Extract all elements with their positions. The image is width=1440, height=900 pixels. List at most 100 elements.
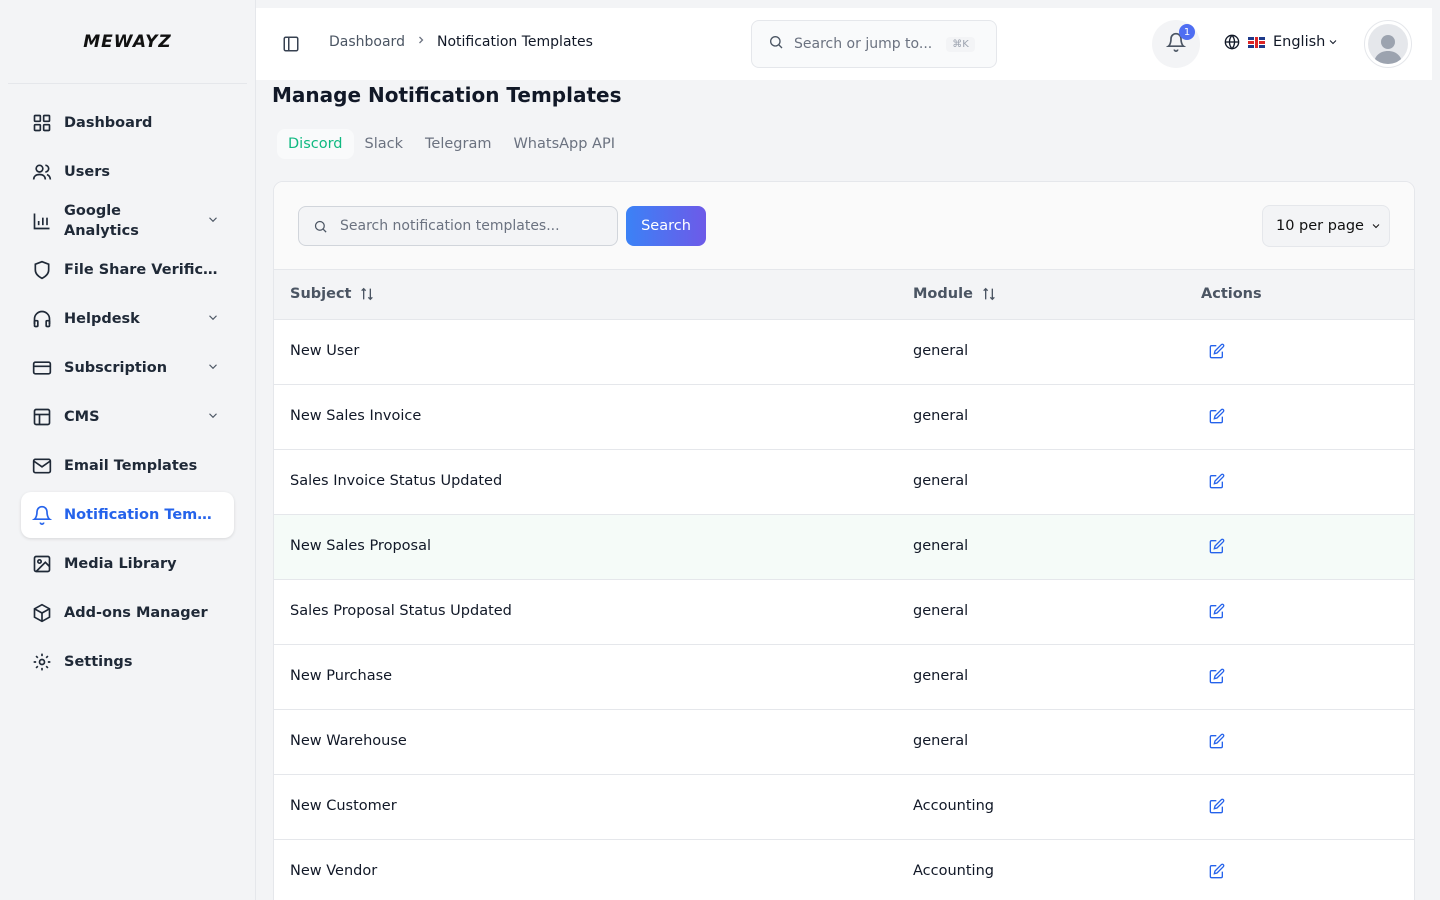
page-title: Manage Notification Templates — [272, 83, 622, 107]
chevron-down-icon[interactable] — [206, 359, 220, 378]
edit-icon[interactable] — [1209, 798, 1225, 818]
chevron-down-icon — [1370, 220, 1382, 232]
sidebar-item-file-share[interactable]: File Share Verifica... — [21, 247, 234, 293]
edit-icon[interactable] — [1209, 733, 1225, 753]
sidebar-item-notification-templates[interactable]: Notification Templ... — [21, 492, 234, 538]
sort-icon — [359, 286, 375, 302]
edit-icon[interactable] — [1209, 473, 1225, 493]
row-module: general — [913, 408, 969, 424]
table-header: Subject Module Actions — [274, 270, 1414, 320]
edit-icon[interactable] — [1209, 668, 1225, 688]
sidebar-item-dashboard[interactable]: Dashboard — [21, 100, 234, 146]
layout-icon — [32, 407, 52, 427]
row-subject: New Customer — [290, 798, 397, 814]
per-page-select[interactable]: 10 per page — [1262, 205, 1390, 247]
search-icon — [768, 34, 784, 54]
row-module: general — [913, 603, 969, 619]
table-row[interactable]: New Purchase general — [274, 645, 1414, 710]
search-button[interactable]: Search — [626, 206, 706, 246]
sidebar-toggle-icon[interactable] — [282, 35, 300, 57]
shield-icon — [32, 260, 52, 280]
top-header: Dashboard Notification Templates Search … — [256, 8, 1432, 80]
row-module: general — [913, 733, 969, 749]
row-module: general — [913, 668, 969, 684]
headphones-icon — [32, 309, 52, 329]
per-page-value: 10 per page — [1276, 218, 1364, 234]
template-search-box — [298, 206, 618, 246]
edit-icon[interactable] — [1209, 538, 1225, 558]
column-label: Actions — [1201, 286, 1262, 302]
tab-telegram[interactable]: Telegram — [414, 129, 502, 159]
sidebar-item-helpdesk[interactable]: Helpdesk — [21, 296, 234, 342]
grid-icon — [32, 113, 52, 133]
bell-icon — [32, 505, 52, 525]
table-row[interactable]: New Customer Accounting — [274, 775, 1414, 840]
sidebar-item-label: Subscription — [64, 360, 168, 376]
row-module: general — [913, 538, 969, 554]
row-module: Accounting — [913, 798, 994, 814]
language-selector[interactable]: English — [1224, 34, 1339, 50]
row-subject: New Warehouse — [290, 733, 407, 749]
chevron-down-icon[interactable] — [206, 310, 220, 329]
sidebar-item-email-templates[interactable]: Email Templates — [21, 443, 234, 489]
template-search-input[interactable] — [340, 218, 600, 234]
sidebar-item-label: Users — [64, 164, 111, 180]
notifications-button[interactable]: 1 — [1152, 20, 1200, 68]
templates-card: Search 10 per page Subject Module Action… — [273, 181, 1415, 900]
tab-discord[interactable]: Discord — [277, 129, 354, 159]
avatar[interactable] — [1364, 20, 1412, 68]
edit-icon[interactable] — [1209, 408, 1225, 428]
channel-tabs: Discord Slack Telegram WhatsApp API — [273, 125, 630, 163]
credit-card-icon — [32, 358, 52, 378]
sidebar-item-settings[interactable]: Settings — [21, 639, 234, 685]
table-row[interactable]: New Warehouse general — [274, 710, 1414, 775]
column-subject[interactable]: Subject — [290, 286, 375, 302]
table-toolbar: Search 10 per page — [274, 182, 1414, 270]
tab-slack[interactable]: Slack — [354, 129, 415, 159]
column-label: Module — [913, 286, 973, 302]
row-subject: New Sales Invoice — [290, 408, 422, 424]
table-row[interactable]: New Vendor Accounting — [274, 840, 1414, 900]
column-actions: Actions — [1201, 286, 1262, 302]
sidebar: MEWAYZ Dashboard Users Google Analytics … — [0, 0, 256, 900]
row-module: Accounting — [913, 863, 994, 879]
chevron-down-icon[interactable] — [206, 408, 220, 427]
sidebar-item-media-library[interactable]: Media Library — [21, 541, 234, 587]
sidebar-item-label: File Share Verifica... — [64, 262, 220, 278]
sidebar-item-users[interactable]: Users — [21, 149, 234, 195]
uk-flag-icon — [1248, 36, 1265, 48]
table-row[interactable]: New Sales Invoice general — [274, 385, 1414, 450]
bar-chart-icon — [32, 211, 52, 231]
sidebar-item-label: Google Analytics — [64, 203, 139, 239]
sidebar-item-label: Email Templates — [64, 458, 198, 474]
tab-whatsapp-api[interactable]: WhatsApp API — [502, 129, 626, 159]
gear-icon — [32, 652, 52, 672]
table-row[interactable]: New User general — [274, 320, 1414, 385]
edit-icon[interactable] — [1209, 603, 1225, 623]
edit-icon[interactable] — [1209, 863, 1225, 883]
sort-icon — [981, 286, 997, 302]
image-icon — [32, 554, 52, 574]
sidebar-item-subscription[interactable]: Subscription — [21, 345, 234, 391]
global-search[interactable]: Search or jump to... ⌘K — [751, 20, 997, 68]
row-subject: New Purchase — [290, 668, 393, 684]
table-row[interactable]: Sales Invoice Status Updated general — [274, 450, 1414, 515]
breadcrumb-dashboard[interactable]: Dashboard — [329, 34, 405, 50]
edit-icon[interactable] — [1209, 343, 1225, 363]
brand-logo[interactable]: MEWAYZ — [8, 0, 247, 84]
sidebar-item-addons-manager[interactable]: Add-ons Manager — [21, 590, 234, 636]
sidebar-item-label: Dashboard — [64, 115, 153, 131]
column-module[interactable]: Module — [913, 286, 997, 302]
table-row[interactable]: Sales Proposal Status Updated general — [274, 580, 1414, 645]
table-row[interactable]: New Sales Proposal general — [274, 515, 1414, 580]
sidebar-item-google-analytics[interactable]: Google Analytics — [21, 198, 234, 244]
chevron-down-icon — [1327, 36, 1339, 48]
row-subject: New Vendor — [290, 863, 378, 879]
sidebar-item-cms[interactable]: CMS — [21, 394, 234, 440]
search-shortcut: ⌘K — [946, 36, 975, 52]
sidebar-nav: Dashboard Users Google Analytics File Sh… — [0, 84, 255, 685]
row-subject: New Sales Proposal — [290, 538, 431, 554]
notification-badge: 1 — [1179, 24, 1195, 40]
row-subject: New User — [290, 343, 360, 359]
chevron-down-icon[interactable] — [206, 212, 220, 231]
